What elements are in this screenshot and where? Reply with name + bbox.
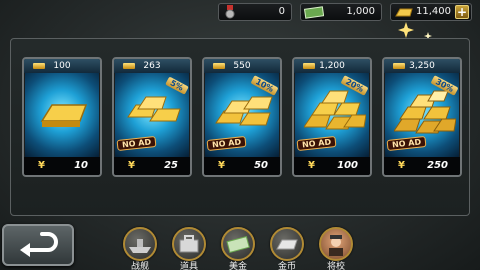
gold-pack-card-3[interactable]: 550 10% NO AD ¥ 50 — [202, 57, 282, 177]
pack-header: 100 — [24, 59, 100, 73]
gold-counter: 11,400 + — [390, 3, 472, 21]
pack-header: 3,250 — [384, 59, 460, 73]
medal-value: 0 — [278, 6, 285, 17]
pack-amount: 3,250 — [409, 61, 435, 71]
nav-cash[interactable]: 美金 — [218, 227, 258, 270]
gold-pack-card-1[interactable]: 100 ¥ 10 — [22, 57, 102, 177]
pack-price-bar: ¥ 50 — [204, 157, 280, 175]
gold-pack-card-5[interactable]: 3,250 30% NO AD ¥ 250 — [382, 57, 462, 177]
nav-gold[interactable]: 金币 — [267, 227, 307, 270]
currency-symbol: ¥ — [398, 160, 405, 171]
pack-price: 250 — [427, 160, 448, 171]
currency-symbol: ¥ — [128, 160, 135, 171]
gold-pile-icon — [127, 96, 181, 122]
currency-symbol: ¥ — [218, 160, 225, 171]
nav-label: 道具 — [179, 262, 198, 270]
medal-counter: 0 — [218, 3, 292, 21]
currency-symbol: ¥ — [38, 160, 45, 171]
back-button[interactable] — [2, 224, 74, 266]
no-ad-badge: NO AD — [206, 135, 247, 152]
cash-counter: 1,000 — [300, 3, 382, 21]
nav-warships[interactable]: 战舰 — [120, 227, 160, 270]
pack-header: 550 — [204, 59, 280, 73]
pack-amount: 1,200 — [319, 61, 345, 71]
currency-symbol: ¥ — [308, 160, 315, 171]
gold-pile-icon — [215, 96, 273, 126]
nav-items[interactable]: 道具 — [169, 227, 209, 270]
toolbox-icon — [172, 227, 206, 261]
officer-icon — [319, 227, 353, 261]
gold-bar-icon — [123, 63, 135, 69]
cash-icon — [221, 227, 255, 261]
pack-price-bar: ¥ 25 — [114, 157, 190, 175]
cash-icon — [304, 6, 324, 19]
gold-bar-icon — [33, 63, 45, 69]
gold-bar-icon — [393, 63, 405, 69]
medal-icon — [225, 5, 235, 19]
gold-value: 11,400 — [416, 6, 451, 17]
nav-label: 将校 — [326, 262, 345, 270]
pack-amount: 100 — [53, 61, 71, 71]
gold-bar-icon — [270, 227, 304, 261]
nav-label: 战舰 — [130, 262, 149, 270]
pack-price: 25 — [164, 160, 178, 171]
gold-pile-icon — [40, 104, 88, 127]
cash-value: 1,000 — [346, 6, 375, 17]
pack-price-bar: ¥ 100 — [294, 157, 370, 175]
pack-price: 100 — [337, 160, 358, 171]
pack-price: 10 — [74, 160, 88, 171]
nav-label: 金币 — [277, 262, 296, 270]
gold-pile-icon — [394, 90, 456, 134]
gold-bar-icon — [395, 8, 413, 17]
no-ad-badge: NO AD — [116, 135, 157, 152]
pack-amount: 550 — [233, 61, 251, 71]
warship-icon — [123, 227, 157, 261]
pack-price-bar: ¥ 250 — [384, 157, 460, 175]
nav-officers[interactable]: 将校 — [316, 227, 356, 270]
pack-header: 263 — [114, 59, 190, 73]
pack-header: 1,200 — [294, 59, 370, 73]
no-ad-badge: NO AD — [296, 135, 337, 152]
add-gold-button[interactable]: + — [455, 5, 469, 19]
gold-bar-icon — [303, 63, 315, 69]
pack-price-bar: ¥ 10 — [24, 157, 100, 175]
gold-pile-icon — [304, 90, 366, 130]
gold-pack-card-2[interactable]: 263 5% NO AD ¥ 25 — [112, 57, 192, 177]
pack-amount: 263 — [143, 61, 161, 71]
no-ad-badge: NO AD — [386, 135, 427, 152]
gold-pack-card-4[interactable]: 1,200 20% NO AD ¥ 100 — [292, 57, 372, 177]
nav-label: 美金 — [228, 262, 247, 270]
gold-bar-icon — [213, 63, 225, 69]
back-arrow-icon — [20, 232, 58, 257]
pack-price: 50 — [254, 160, 268, 171]
